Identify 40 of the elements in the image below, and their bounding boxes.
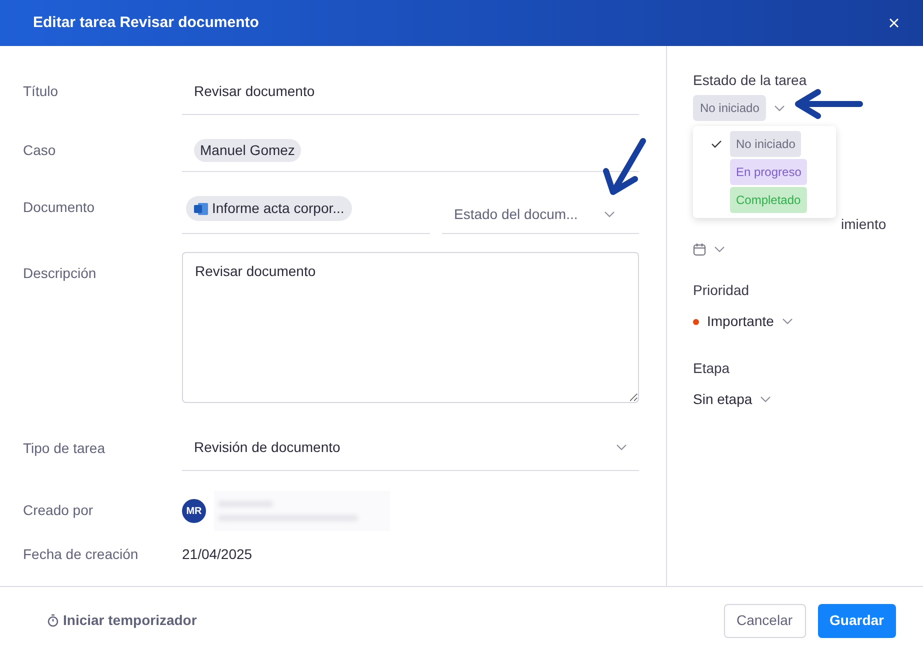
document-status-select[interactable]: Estado del docum... [442,196,639,234]
due-date-label: imiento [841,216,886,232]
avatar: MR [182,499,206,523]
annotation-arrow [794,88,864,122]
document-icon [194,202,208,214]
save-button[interactable]: Guardar [818,604,896,638]
stage-label: Etapa [693,359,731,378]
annotation-arrow [603,137,649,197]
field-label: Caso [23,142,56,158]
priority-select[interactable]: Importante [693,311,793,332]
close-icon [889,18,899,28]
creation-date: 21/04/2025 [182,546,252,562]
document-chip[interactable]: Informe acta corpor... [186,196,352,221]
field-label: Descripción [23,265,96,281]
chevron-down-icon [616,444,627,451]
status-option[interactable]: No iniciado [730,131,802,157]
field-label: Fecha de creación [23,546,138,562]
field-label: Título [23,83,58,99]
cancel-button[interactable]: Cancelar [724,604,806,638]
start-timer-button[interactable]: Iniciar temporizador [47,610,197,631]
chevron-down-icon [760,396,772,403]
stopwatch-icon [47,614,59,627]
chevron-down-icon [782,318,793,325]
priority-label: Prioridad [693,281,750,300]
due-date-picker[interactable] [693,243,725,256]
field-label: Documento [23,199,95,215]
status-option[interactable]: En progreso [730,159,808,185]
chevron-down-icon [604,211,615,218]
chevron-down-icon [714,246,725,253]
description-field[interactable]: Revisar documento [182,252,639,403]
calendar-icon [693,243,706,256]
task-status-label: Estado de la tarea [693,71,808,90]
stage-select[interactable]: Sin etapa [693,389,772,410]
case-chip[interactable]: Manuel Gomez [194,139,301,162]
title-field[interactable]: Revisar documento [182,81,639,115]
dialog-title: Editar tarea Revisar documento [33,12,259,33]
field-label: Creado por [23,502,94,518]
field-label: Tipo de tarea [23,440,105,456]
chevron-down-icon [774,104,786,112]
task-type-select[interactable]: Revisión de documento [182,437,639,471]
